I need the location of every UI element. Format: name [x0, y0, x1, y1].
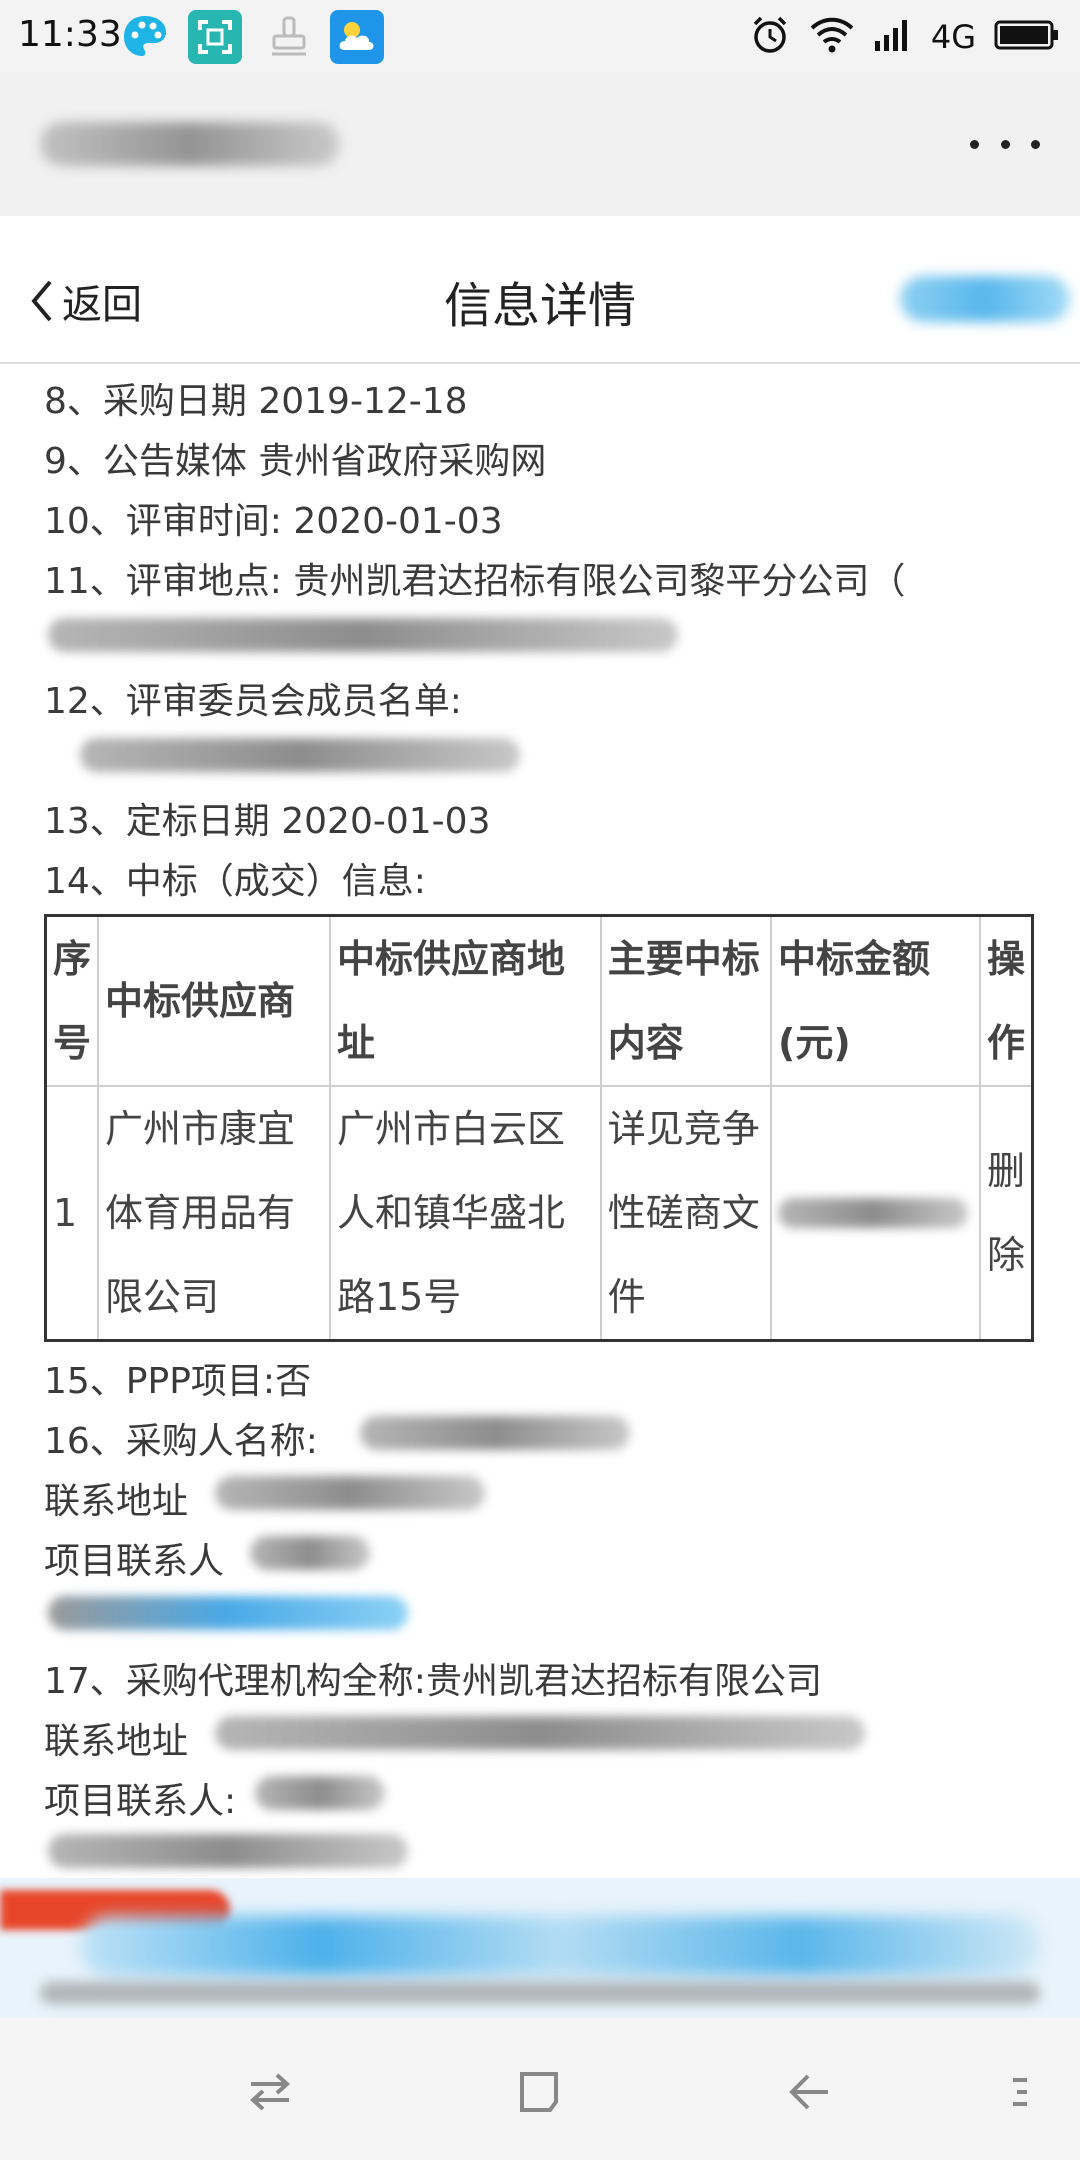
signal-icon — [873, 17, 913, 57]
cell-no: 1 — [44, 1085, 100, 1342]
redacted-phone-link[interactable] — [48, 1596, 408, 1630]
delete-button[interactable]: 删除 — [978, 1085, 1034, 1342]
purchase-date: 8、采购日期 2019-12-18 — [44, 381, 468, 422]
purchaser-name-label: 16、采购人名称: — [44, 1421, 318, 1462]
wifi-icon — [809, 16, 855, 58]
redacted-text — [215, 1476, 485, 1510]
col-header-amount: 中标金额(元) — [769, 914, 981, 1087]
recents-icon[interactable] — [510, 2062, 570, 2122]
redacted-header-action[interactable] — [900, 276, 1070, 322]
status-icons: 4G — [749, 12, 1060, 62]
palette-icon — [118, 10, 172, 64]
alarm-icon — [749, 14, 791, 60]
screenshot-icon — [188, 10, 242, 64]
col-header-no: 序号 — [44, 914, 100, 1087]
redacted-text — [80, 738, 520, 772]
award-table: 序号 中标供应商 中标供应商地址 主要中标内容 中标金额(元) 操作 1 广州市… — [44, 914, 1034, 1342]
status-time: 11:33 — [18, 14, 122, 55]
cell-content: 详见竞争性磋商文件 — [599, 1085, 772, 1342]
award-info-label: 14、中标（成交）信息: — [44, 861, 426, 902]
stamp-icon — [262, 10, 316, 64]
back-arrow-icon[interactable] — [780, 2062, 840, 2122]
cell-amount — [769, 1085, 981, 1342]
browser-top-bar — [0, 72, 1080, 216]
purchaser-address-label: 联系地址 — [44, 1481, 189, 1522]
ad-image — [80, 1916, 1040, 1976]
network-type: 4G — [930, 18, 976, 56]
redacted-text — [48, 618, 678, 652]
system-nav-bar — [0, 2018, 1080, 2160]
col-header-content: 主要中标内容 — [599, 914, 772, 1087]
col-header-supplier: 中标供应商 — [97, 914, 331, 1087]
ad-banner[interactable] — [0, 1878, 1080, 2018]
review-time: 10、评审时间: 2020-01-03 — [44, 501, 503, 542]
agency-address-label: 联系地址 — [44, 1721, 189, 1762]
status-bar: 11:33 4G — [0, 0, 1080, 72]
battery-icon — [994, 18, 1060, 56]
redacted-amount — [777, 1198, 968, 1228]
col-header-action: 操作 — [978, 914, 1034, 1087]
review-place: 11、评审地点: 贵州凯君达招标有限公司黎平分公司（ — [44, 561, 906, 602]
agency-contact-label: 项目联系人: — [44, 1781, 237, 1822]
purchaser-contact-label: 项目联系人 — [44, 1541, 225, 1582]
award-date: 13、定标日期 2020-01-03 — [44, 801, 491, 842]
more-icon[interactable] — [970, 132, 1040, 156]
ppp-project: 15、PPP项目:否 — [44, 1361, 312, 1402]
switch-icon[interactable] — [240, 2062, 300, 2122]
cell-address: 广州市白云区人和镇华盛北路15号 — [328, 1085, 602, 1342]
redacted-text — [215, 1716, 865, 1750]
col-header-address: 中标供应商地址 — [328, 914, 602, 1087]
page-header: 返回 信息详情 — [0, 216, 1080, 364]
redacted-text — [48, 1834, 408, 1868]
ad-caption — [40, 1982, 1040, 2004]
table-row: 1 广州市康宜体育用品有限公司 广州市白云区人和镇华盛北路15号 详见竞争性磋商… — [44, 1085, 1034, 1342]
menu-icon[interactable] — [990, 2062, 1050, 2122]
announcement-media: 9、公告媒体 贵州省政府采购网 — [44, 441, 547, 482]
cell-supplier: 广州市康宜体育用品有限公司 — [97, 1085, 331, 1342]
table-header-row: 序号 中标供应商 中标供应商地址 主要中标内容 中标金额(元) 操作 — [44, 914, 1034, 1087]
agency-name: 17、采购代理机构全称:贵州凯君达招标有限公司 — [44, 1661, 822, 1702]
redacted-text — [250, 1536, 370, 1570]
redacted-text — [255, 1776, 385, 1810]
redacted-text — [360, 1416, 630, 1450]
committee-list-label: 12、评审委员会成员名单: — [44, 681, 462, 722]
redacted-site-title — [40, 122, 340, 166]
weather-icon — [330, 10, 384, 64]
